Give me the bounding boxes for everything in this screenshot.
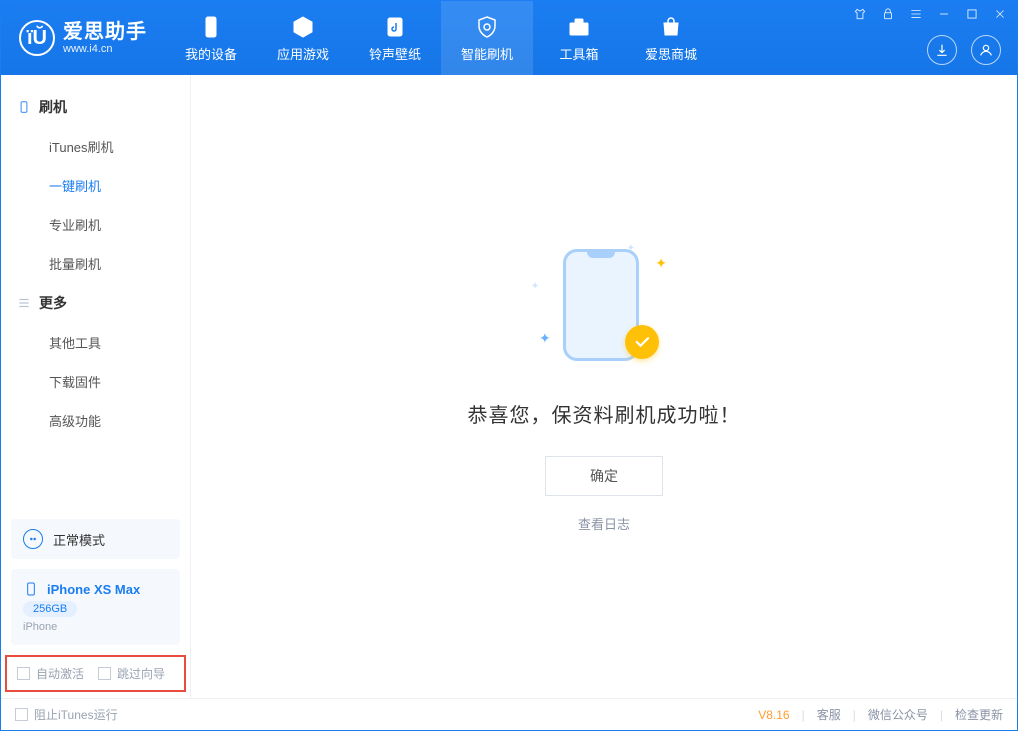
bag-icon [658,14,684,40]
nav-tabs: 我的设备 应用游戏 铃声壁纸 智能刷机 工具箱 爱思商城 [165,1,717,75]
check-update-link[interactable]: 检查更新 [955,706,1003,723]
checkbox-label: 跳过向导 [117,665,165,682]
tab-label: 我的设备 [185,44,237,63]
tab-toolbox[interactable]: 工具箱 [533,1,625,75]
sparkle-icon: ✦ [539,330,551,347]
sidebar-item-batch-flash[interactable]: 批量刷机 [1,244,190,283]
checkbox-skip-guide[interactable]: 跳过向导 [98,665,165,682]
success-message: 恭喜您，保资料刷机成功啦！ [468,399,741,428]
sidebar-bottom: 正常模式 iPhone XS Max 256GB iPhone [1,509,190,655]
music-file-icon [382,14,408,40]
sidebar: 刷机 iTunes刷机 一键刷机 专业刷机 批量刷机 更多 其他工具 下载固件 … [1,75,191,698]
header: ïŬ 爱思助手 www.i4.cn 我的设备 应用游戏 铃声壁纸 智能刷机 [1,1,1017,75]
check-badge-icon [625,325,659,359]
sidebar-item-other-tools[interactable]: 其他工具 [1,323,190,362]
footer: 阻止iTunes运行 V8.16 | 客服 | 微信公众号 | 检查更新 [1,698,1017,730]
lock-icon[interactable] [879,5,897,23]
success-illustration: ✦ ✦ ✦ ✦ [539,241,669,371]
minimize-icon[interactable] [935,5,953,23]
view-log-link[interactable]: 查看日志 [578,514,630,533]
tab-store[interactable]: 爱思商城 [625,1,717,75]
toolbox-icon [566,14,592,40]
device-icon [198,14,224,40]
titlebar-controls [851,5,1009,23]
device-card[interactable]: iPhone XS Max 256GB iPhone [11,569,180,645]
sidebar-item-oneclick-flash[interactable]: 一键刷机 [1,166,190,205]
device-name-row: iPhone XS Max [23,581,140,597]
shield-refresh-icon [474,14,500,40]
main-content: ✦ ✦ ✦ ✦ 恭喜您，保资料刷机成功啦！ 确定 查看日志 [191,75,1017,698]
logo-block: ïŬ 爱思助手 www.i4.cn [1,1,165,75]
wechat-link[interactable]: 微信公众号 [868,706,928,723]
logo-icon: ïŬ [19,20,55,56]
checkbox-block-itunes[interactable]: 阻止iTunes运行 [15,706,118,723]
sparkle-icon: ✦ [531,281,539,292]
phone-small-icon [23,581,39,597]
tab-label: 工具箱 [559,44,598,63]
tab-label: 应用游戏 [277,44,329,63]
tab-ringtones-wallpapers[interactable]: 铃声壁纸 [349,1,441,75]
mode-card[interactable]: 正常模式 [11,519,180,559]
tab-apps-games[interactable]: 应用游戏 [257,1,349,75]
separator: | [853,708,856,722]
sidebar-scroll: 刷机 iTunes刷机 一键刷机 专业刷机 批量刷机 更多 其他工具 下载固件 … [1,75,190,509]
tab-label: 智能刷机 [461,44,513,63]
sidebar-item-download-firmware[interactable]: 下载固件 [1,362,190,401]
group-title: 刷机 [39,97,67,117]
user-icon[interactable] [971,35,1001,65]
maximize-icon[interactable] [963,5,981,23]
cube-icon [290,14,316,40]
checkbox-box-icon [15,708,28,721]
checkbox-label: 阻止iTunes运行 [34,706,118,723]
phone-outline-icon [17,100,31,114]
group-flash-header[interactable]: 刷机 [1,87,190,127]
separator: | [802,708,805,722]
flash-options-highlighted: 自动激活 跳过向导 [5,655,186,692]
app-subtitle: www.i4.cn [63,43,147,55]
menu-icon[interactable] [907,5,925,23]
mode-label: 正常模式 [53,530,105,549]
support-link[interactable]: 客服 [817,706,841,723]
sidebar-item-pro-flash[interactable]: 专业刷机 [1,205,190,244]
tab-my-device[interactable]: 我的设备 [165,1,257,75]
tab-label: 铃声壁纸 [369,44,421,63]
sparkle-icon: ✦ [655,255,667,272]
storage-badge: 256GB [23,601,77,617]
checkbox-auto-activate[interactable]: 自动激活 [17,665,84,682]
tab-smart-flash[interactable]: 智能刷机 [441,1,533,75]
version-label: V8.16 [758,708,789,722]
checkbox-box-icon [17,667,30,680]
body: 刷机 iTunes刷机 一键刷机 专业刷机 批量刷机 更多 其他工具 下载固件 … [1,75,1017,698]
app-title: 爱思助手 [63,21,147,43]
sparkle-icon: ✦ [627,243,635,254]
header-right-icons [927,35,1001,65]
mode-icon [23,529,43,549]
sidebar-item-itunes-flash[interactable]: iTunes刷机 [1,127,190,166]
shirt-icon[interactable] [851,5,869,23]
separator: | [940,708,943,722]
close-icon[interactable] [991,5,1009,23]
device-type: iPhone [23,621,57,633]
device-name: iPhone XS Max [47,582,140,597]
checkbox-box-icon [98,667,111,680]
app-window: ïŬ 爱思助手 www.i4.cn 我的设备 应用游戏 铃声壁纸 智能刷机 [0,0,1018,731]
ok-button[interactable]: 确定 [545,456,663,496]
checkbox-label: 自动激活 [36,665,84,682]
list-icon [17,296,31,310]
download-icon[interactable] [927,35,957,65]
sidebar-item-advanced[interactable]: 高级功能 [1,401,190,440]
group-more-header[interactable]: 更多 [1,283,190,323]
group-title: 更多 [39,293,67,313]
logo-text: 爱思助手 www.i4.cn [63,21,147,55]
tab-label: 爱思商城 [645,44,697,63]
